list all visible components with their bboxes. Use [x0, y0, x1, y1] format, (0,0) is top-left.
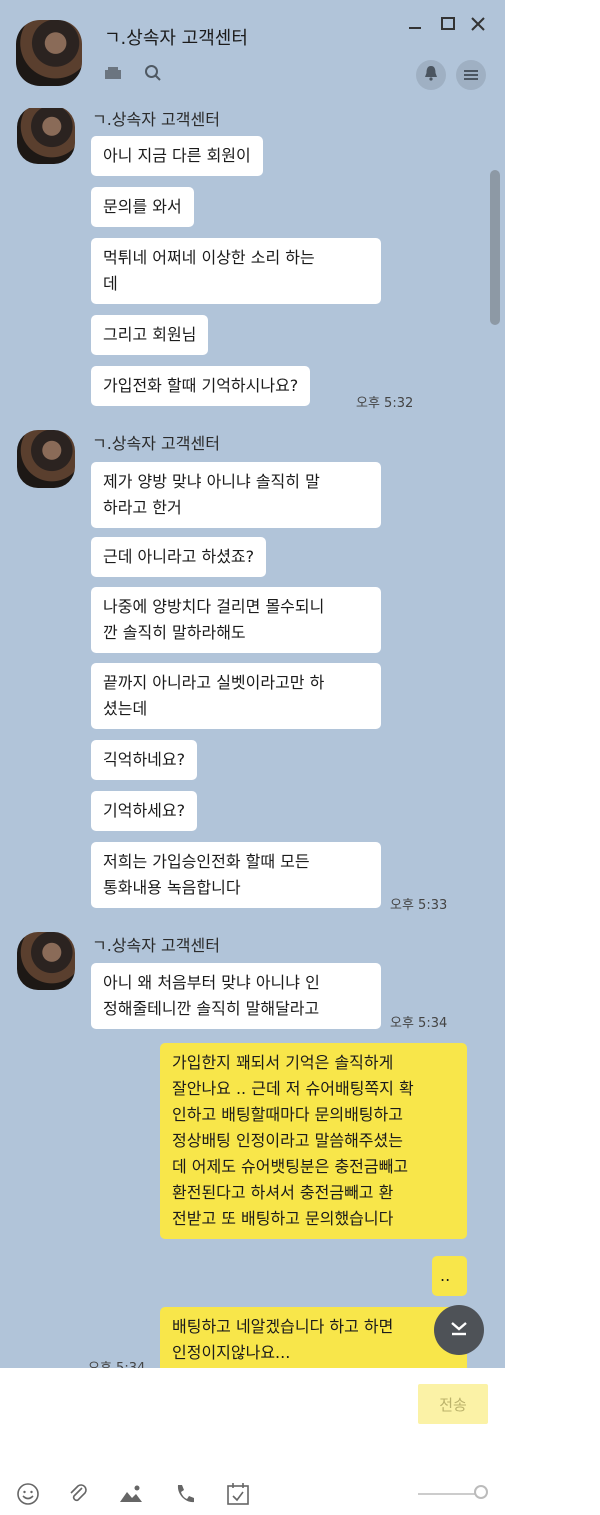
message-bubble[interactable]: 그리고 회원님 — [91, 315, 209, 355]
image-icon[interactable] — [118, 1482, 144, 1510]
message-time: 오후 5:32 — [356, 396, 414, 411]
message-bubble[interactable]: 가입전화 할때 기억하시나요? — [91, 366, 311, 406]
message-time: 오후 5:33 — [390, 898, 448, 913]
chat-title: ㄱ.상속자 고객센터 — [104, 28, 248, 49]
message-bubble[interactable]: 나중에 양방치다 걸리면 몰수되니 깐 솔직히 말하라해도 — [91, 587, 381, 653]
maximize-icon[interactable] — [440, 14, 456, 37]
message-time: 오후 5:34 — [88, 1357, 145, 1368]
chat-header: ㄱ.상속자 고객센터 — [0, 0, 505, 108]
bell-icon — [424, 65, 438, 85]
attach-icon[interactable] — [66, 1482, 90, 1510]
sender-avatar[interactable] — [17, 932, 75, 990]
message-bubble[interactable]: 끝까지 아니라고 실벳이라고만 하 셨는데 — [91, 663, 381, 729]
chevron-down-icon — [449, 1319, 469, 1341]
drawer-icon[interactable] — [104, 66, 122, 84]
message-bubble[interactable]: 제가 양방 맞냐 아니냐 솔직히 말 하라고 한거 — [91, 462, 381, 528]
message-bubble[interactable]: 저희는 가입승인전화 할때 모든 통화내용 녹음합니다 — [91, 842, 381, 908]
message-bubble[interactable]: 아니 지금 다른 회원이 — [91, 136, 263, 176]
call-icon[interactable] — [174, 1482, 196, 1510]
my-message-bubble[interactable]: .. — [432, 1256, 467, 1296]
scroll-down-button[interactable] — [434, 1305, 484, 1355]
message-bubble[interactable]: 긱억하네요? — [91, 740, 198, 780]
chat-area: ㄱ.상속자 고객센터 아니 지금 다른 회원이 문의를 와서 먹튀네 어쩌네 이… — [0, 108, 505, 1368]
notification-button[interactable] — [416, 60, 446, 90]
sender-avatar[interactable] — [17, 108, 75, 164]
message-input-area[interactable]: 전송 — [0, 1368, 505, 1515]
profile-avatar[interactable] — [16, 20, 82, 86]
message-bubble[interactable]: 아니 왜 처음부터 맞냐 아니냐 인 정해줄테니깐 솔직히 말해달라고 — [91, 963, 381, 1029]
menu-button[interactable] — [456, 60, 486, 90]
message-bubble[interactable]: 먹튀네 어쩌네 이상한 소리 하는 데 — [91, 238, 381, 304]
message-bubble[interactable]: 기억하세요? — [91, 791, 198, 831]
message-bubble[interactable]: 문의를 와서 — [91, 187, 194, 227]
menu-icon — [464, 66, 478, 85]
close-icon[interactable] — [470, 14, 486, 37]
emoji-icon[interactable] — [16, 1482, 40, 1510]
my-message-bubble[interactable]: 가입한지 꽤되서 기억은 솔직하게 잘안나요 .. 근데 저 슈어배팅쪽지 확 … — [160, 1043, 467, 1239]
my-message-bubble[interactable]: 배팅하고 네알겠습니다 하고 하면 인정이지않나요... — [160, 1307, 467, 1368]
send-button[interactable]: 전송 — [418, 1384, 488, 1424]
sender-name: ㄱ.상속자 고객센터 — [92, 936, 220, 955]
message-bubble[interactable]: 근데 아니라고 하셨죠? — [91, 537, 267, 577]
chat-window: ㄱ.상속자 고객센터 ㄱ.상속자 고객센터 아니 지금 다른 회원이 문의를 와… — [0, 0, 505, 1515]
minimize-icon[interactable] — [408, 14, 422, 37]
message-time: 오후 5:34 — [390, 1016, 448, 1031]
calendar-icon[interactable] — [226, 1482, 250, 1510]
transparency-slider-knob[interactable] — [474, 1485, 488, 1499]
search-icon[interactable] — [144, 64, 162, 86]
sender-name: ㄱ.상속자 고객센터 — [92, 434, 220, 453]
scrollbar[interactable] — [490, 170, 500, 325]
sender-name: ㄱ.상속자 고객센터 — [92, 110, 220, 129]
sender-avatar[interactable] — [17, 430, 75, 488]
